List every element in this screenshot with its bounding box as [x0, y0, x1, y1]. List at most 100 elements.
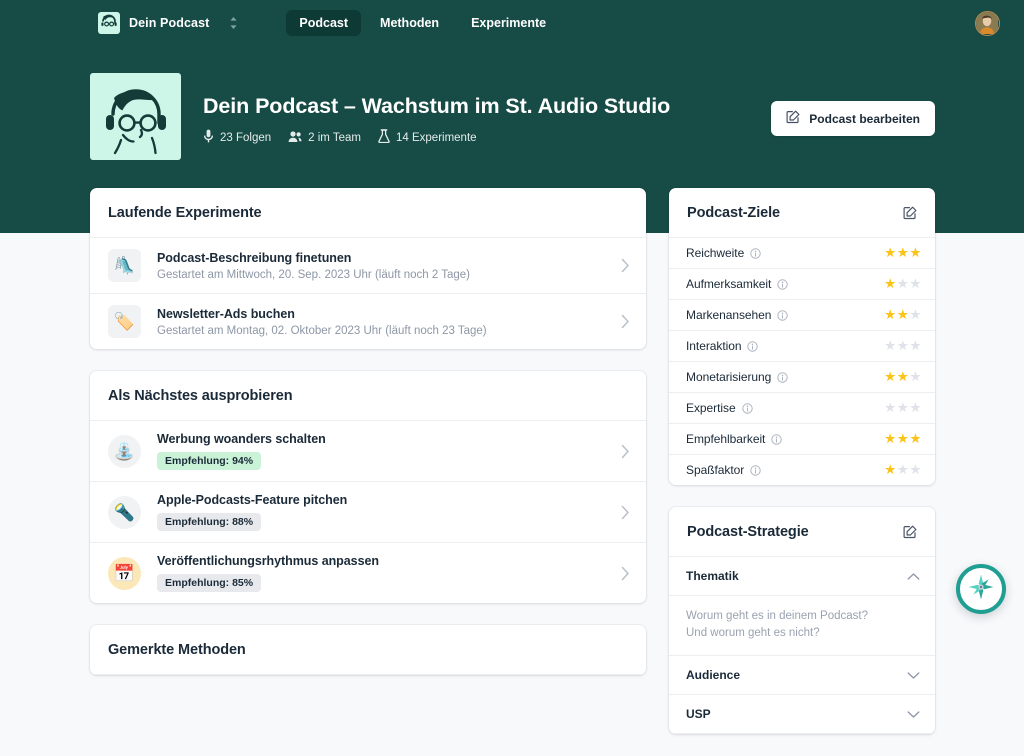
goal-row-aufmerksamkeit[interactable]: Aufmerksamkeit ★★★ — [669, 269, 935, 300]
try-next-title: Als Nächstes ausprobieren — [108, 388, 292, 404]
info-icon[interactable] — [777, 310, 788, 321]
podcast-meta: 23 Folgen 2 im Team 14 Experimente — [203, 129, 670, 146]
fountain-emoji: ⛲ — [108, 435, 141, 468]
goal-rating-stars[interactable]: ★★★ — [884, 370, 921, 384]
thematik-placeholder-text[interactable]: Worum geht es in deinem Podcast? Und wor… — [669, 596, 935, 656]
podcast-hero: Dein Podcast – Wachstum im St. Audio Stu… — [90, 73, 935, 160]
running-experiments-header: Laufende Experimente — [90, 188, 646, 238]
info-icon[interactable] — [750, 248, 761, 259]
info-icon[interactable] — [747, 341, 758, 352]
list-item[interactable]: 🔦 Apple-Podcasts-Feature pitchen Empfehl… — [90, 482, 646, 543]
brand-name-label: Dein Podcast — [129, 16, 209, 30]
main-tabs: Podcast Methoden Experimente — [286, 10, 559, 36]
chevron-up-icon[interactable] — [907, 572, 920, 581]
pencil-square-icon[interactable] — [903, 525, 917, 539]
saved-methods-header: Gemerkte Methoden — [90, 625, 646, 675]
running-experiment-subtitle: Gestartet am Mittwoch, 20. Sep. 2023 Uhr… — [157, 269, 609, 281]
microphone-icon — [203, 129, 214, 146]
running-experiment-body: Newsletter-Ads buchen Gestartet am Monta… — [157, 307, 609, 337]
accordion-header-audience[interactable]: Audience — [669, 656, 935, 695]
tab-methoden[interactable]: Methoden — [367, 10, 452, 36]
meta-team-label: 2 im Team — [308, 132, 361, 144]
chevron-right-icon[interactable] — [621, 314, 630, 329]
goal-row-reichweite[interactable]: Reichweite ★★★ — [669, 238, 935, 269]
meta-episodes: 23 Folgen — [203, 129, 271, 146]
accordion-label: Thematik — [686, 569, 739, 583]
goal-rating-stars[interactable]: ★★★ — [884, 246, 921, 260]
accordion-label: USP — [686, 707, 711, 721]
goal-rating-stars[interactable]: ★★★ — [884, 308, 921, 322]
goal-label: Spaßfaktor — [686, 463, 744, 477]
goal-rating-stars[interactable]: ★★★ — [884, 463, 921, 477]
goal-label: Empfehlbarkeit — [686, 432, 765, 446]
chevron-down-icon[interactable] — [907, 710, 920, 719]
tab-experimente[interactable]: Experimente — [458, 10, 559, 36]
tab-experimente-label: Experimente — [471, 16, 546, 30]
try-next-title-0: Werbung woanders schalten — [157, 432, 609, 446]
chevron-right-icon[interactable] — [621, 444, 630, 459]
accordion-header-usp[interactable]: USP — [669, 695, 935, 734]
meta-team: 2 im Team — [288, 130, 361, 146]
tab-podcast-label: Podcast — [299, 16, 348, 30]
chevron-down-icon[interactable] — [907, 671, 920, 680]
info-icon[interactable] — [750, 465, 761, 476]
try-next-body: Apple-Podcasts-Feature pitchen Empfehlun… — [157, 493, 609, 531]
compass-icon — [966, 572, 996, 607]
running-experiments-title: Laufende Experimente — [108, 205, 262, 221]
meta-experiments-label: 14 Experimente — [396, 132, 477, 144]
running-experiment-subtitle: Gestartet am Montag, 02. Oktober 2023 Uh… — [157, 325, 609, 337]
brand-switcher[interactable]: Dein Podcast — [98, 12, 209, 34]
goal-row-interaktion[interactable]: Interaktion ★★★ — [669, 331, 935, 362]
podcast-goals-title: Podcast-Ziele — [687, 205, 780, 221]
podcast-goals-card: Podcast-Ziele Reichweite ★★★ Aufmerksamk… — [669, 188, 935, 485]
accordion-header-thematik[interactable]: Thematik — [669, 557, 935, 596]
goal-label: Interaktion — [686, 339, 741, 353]
goal-row-monetarisierung[interactable]: Monetarisierung ★★★ — [669, 362, 935, 393]
podcast-strategy-title: Podcast-Strategie — [687, 524, 809, 540]
chevron-right-icon[interactable] — [621, 566, 630, 581]
goal-row-markenansehen[interactable]: Markenansehen ★★★ — [669, 300, 935, 331]
list-item[interactable]: 📅 Veröffentlichungsrhythmus anpassen Emp… — [90, 543, 646, 603]
goal-rating-stars[interactable]: ★★★ — [884, 401, 921, 415]
saved-methods-card: Gemerkte Methoden — [90, 625, 646, 675]
info-icon[interactable] — [771, 434, 782, 445]
goal-row-expertise[interactable]: Expertise ★★★ — [669, 393, 935, 424]
tab-methoden-label: Methoden — [380, 16, 439, 30]
try-next-title-1: Apple-Podcasts-Feature pitchen — [157, 493, 609, 507]
table-row[interactable]: 🏷️ Newsletter-Ads buchen Gestartet am Mo… — [90, 294, 646, 349]
edit-podcast-button[interactable]: Podcast bearbeiten — [771, 101, 935, 136]
try-next-header: Als Nächstes ausprobieren — [90, 371, 646, 421]
meta-experiments: 14 Experimente — [378, 129, 477, 146]
chevron-up-down-icon[interactable] — [226, 13, 240, 33]
podcast-avatar-illustration — [90, 73, 181, 160]
table-row[interactable]: 🛝 Podcast-Beschreibung finetunen Gestart… — [90, 238, 646, 294]
chevron-right-icon[interactable] — [621, 258, 630, 273]
goal-row-spassfaktor[interactable]: Spaßfaktor ★★★ — [669, 455, 935, 485]
assistant-fab-button[interactable] — [956, 564, 1006, 614]
accordion-label: Audience — [686, 668, 740, 682]
meta-episodes-label: 23 Folgen — [220, 132, 271, 144]
info-icon[interactable] — [742, 403, 753, 414]
info-icon[interactable] — [777, 372, 788, 383]
info-icon[interactable] — [777, 279, 788, 290]
recommendation-badge: Empfehlung: 94% — [157, 452, 261, 470]
chevron-right-icon[interactable] — [621, 505, 630, 520]
calendar-emoji: 📅 — [108, 557, 141, 590]
pencil-square-icon — [786, 110, 800, 127]
recommendation-badge: Empfehlung: 88% — [157, 513, 261, 531]
top-navigation-bar: Dein Podcast Podcast Methoden Experiment… — [0, 0, 1024, 46]
goal-row-empfehlbarkeit[interactable]: Empfehlbarkeit ★★★ — [669, 424, 935, 455]
tab-podcast[interactable]: Podcast — [286, 10, 361, 36]
user-avatar[interactable] — [975, 11, 1000, 36]
running-experiments-card: Laufende Experimente 🛝 Podcast-Beschreib… — [90, 188, 646, 349]
podcast-goals-header: Podcast-Ziele — [669, 188, 935, 238]
edit-podcast-button-label: Podcast bearbeiten — [809, 112, 920, 126]
goal-rating-stars[interactable]: ★★★ — [884, 339, 921, 353]
pencil-square-icon[interactable] — [903, 206, 917, 220]
goal-rating-stars[interactable]: ★★★ — [884, 277, 921, 291]
label-tag-emoji: 🏷️ — [108, 305, 141, 338]
podcast-strategy-header: Podcast-Strategie — [669, 507, 935, 557]
list-item[interactable]: ⛲ Werbung woanders schalten Empfehlung: … — [90, 421, 646, 482]
saved-methods-title: Gemerkte Methoden — [108, 642, 246, 658]
goal-rating-stars[interactable]: ★★★ — [884, 432, 921, 446]
